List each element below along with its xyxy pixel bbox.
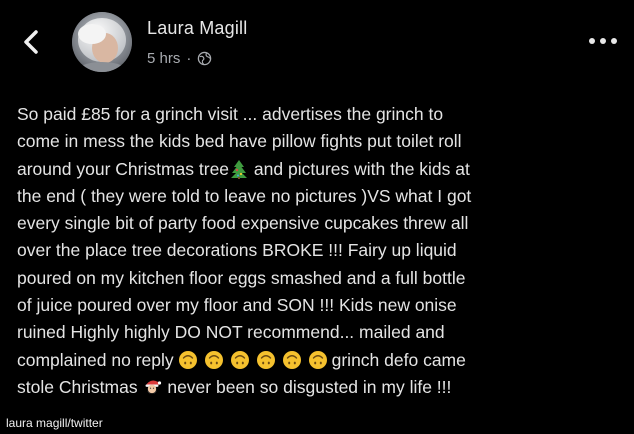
- meta-separator: ·: [186, 50, 192, 67]
- post-meta: 5 hrs ·: [147, 50, 212, 67]
- post-text: So paid £85 for a grinch visit ... adver…: [17, 101, 623, 401]
- back-button[interactable]: [14, 22, 48, 62]
- post-line: the end ( they were told to leave no pic…: [17, 185, 472, 206]
- post-line: over the place tree decorations BROKE !!…: [17, 240, 457, 261]
- post-line-part: around your Christmas tree: [17, 158, 230, 179]
- chevron-left-icon: [24, 30, 38, 54]
- more-options-button[interactable]: [586, 34, 620, 48]
- post-line: ruined Highly highly DO NOT recommend...…: [17, 322, 445, 343]
- upside-down-face-icon: [308, 350, 327, 369]
- post-timestamp[interactable]: 5 hrs: [147, 50, 180, 67]
- post-line: around your Christmas tree and pictures …: [17, 156, 623, 183]
- post-line-part: never been so disgusted in my life !!!: [167, 376, 452, 397]
- upside-down-face-icon: [178, 350, 197, 369]
- post-line-part: and pictures with the kids at: [253, 158, 470, 179]
- upside-down-face-icon: [230, 350, 249, 369]
- upside-down-face-icon: [204, 350, 223, 369]
- post-line: poured on my kitchen floor eggs smashed …: [17, 267, 466, 288]
- christmas-tree-icon: [231, 159, 248, 179]
- more-horizontal-icon: [589, 38, 617, 44]
- post-line: complained no reply grinch defo came: [17, 347, 623, 374]
- image-credit: laura magill/twitter: [3, 415, 106, 431]
- author-name[interactable]: Laura Magill: [147, 18, 247, 39]
- post-line: every single bit of party food expensive…: [17, 213, 469, 234]
- upside-down-face-icon: [256, 350, 275, 369]
- post-line: of juice poured over my floor and SON !!…: [17, 295, 457, 316]
- upside-down-face-emoji-group: [178, 350, 328, 370]
- avatar-image: [72, 12, 132, 72]
- globe-icon: [197, 51, 212, 66]
- post-line: stole Christmas never been so disgusted …: [17, 374, 623, 401]
- post-line: come in mess the kids bed have pillow fi…: [17, 131, 462, 152]
- upside-down-face-icon: [282, 350, 301, 369]
- post-line: So paid £85 for a grinch visit ... adver…: [17, 104, 444, 124]
- post-line-part: complained no reply: [17, 349, 174, 370]
- avatar[interactable]: [72, 12, 132, 72]
- santa-icon: [145, 380, 162, 394]
- post-line-part: grinch defo came: [331, 349, 466, 370]
- post-line-part: stole Christmas: [17, 376, 138, 397]
